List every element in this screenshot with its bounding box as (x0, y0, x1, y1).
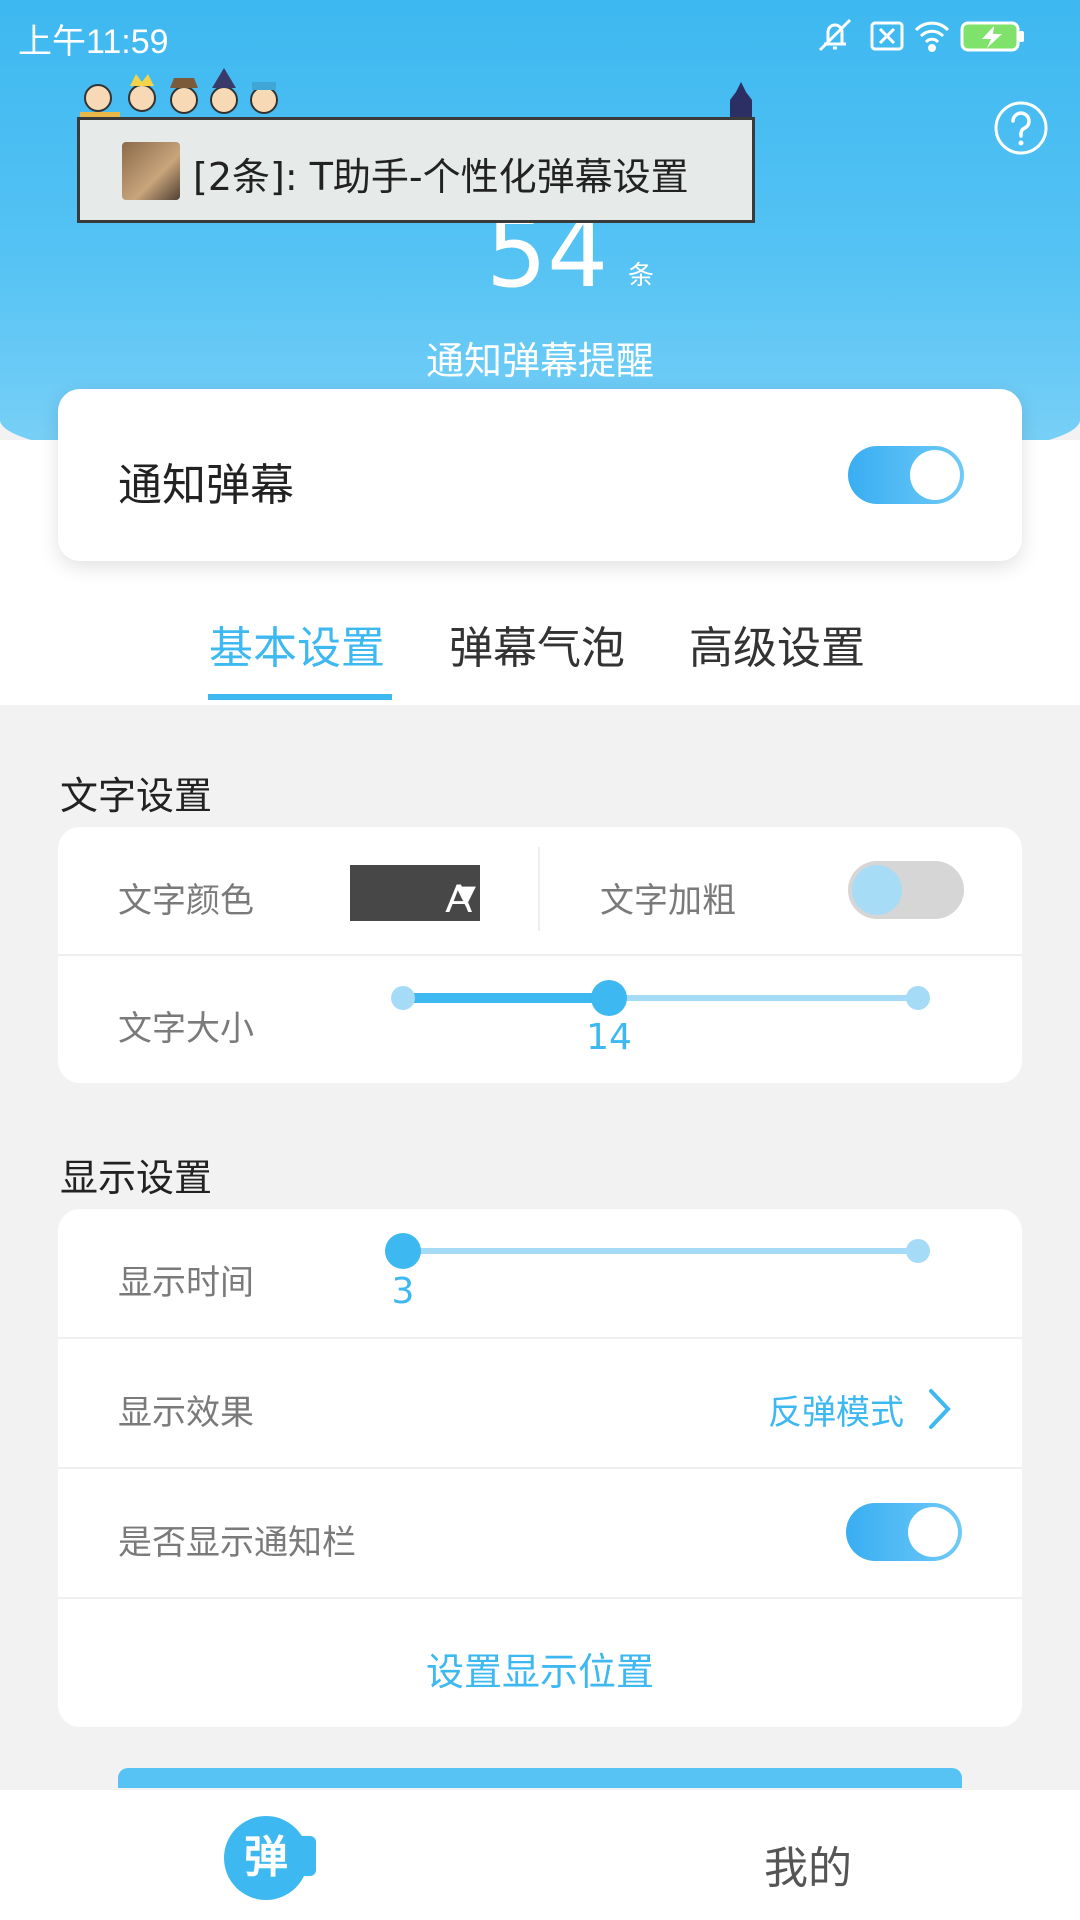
tab-advanced-settings[interactable]: 高级设置 (689, 612, 865, 676)
bottom-navigation: 弹 我的 (0, 1790, 1080, 1920)
toggle-knob (910, 450, 960, 500)
show-notification-bar-toggle[interactable] (846, 1503, 962, 1561)
display-settings-card: 显示时间 3 显示效果 反弹模式 是否显示通知栏 设置显示位置 (58, 1209, 1022, 1727)
display-effect-label: 显示效果 (118, 1393, 254, 1433)
battery-charging-icon (960, 21, 1024, 52)
text-size-value: 14 (586, 1017, 632, 1058)
display-settings-title: 显示设置 (60, 1156, 213, 1200)
mute-bell-icon (818, 18, 852, 52)
status-icons (818, 18, 1024, 52)
text-settings-card: 文字颜色 A ▾ 文字加粗 文字大小 14 (58, 827, 1022, 1083)
sim-x-icon (870, 21, 904, 51)
nav-home-danmaku[interactable]: 弹 (224, 1816, 308, 1900)
text-size-label: 文字大小 (118, 1009, 254, 1049)
slider-max-dot (906, 1239, 930, 1263)
set-display-position-button[interactable]: 设置显示位置 (58, 1641, 1022, 1696)
show-notification-bar-label: 是否显示通知栏 (118, 1523, 356, 1563)
status-bar: 上午11:59 (0, 0, 1080, 72)
active-tab-indicator (208, 694, 392, 700)
castle-decoration (730, 82, 752, 122)
header-subtitle: 通知弹幕提醒 (425, 339, 654, 383)
slider-max-dot (906, 986, 930, 1010)
settings-tabs: 基本设置 弹幕气泡 高级设置 (0, 600, 1080, 705)
slider-thumb[interactable] (591, 980, 627, 1016)
text-color-preview-glyph: A ▾ (445, 872, 476, 921)
wifi-icon (914, 21, 950, 52)
chevron-right-icon (929, 1389, 951, 1429)
text-color-label: 文字颜色 (118, 881, 254, 921)
toggle-knob (908, 1507, 958, 1557)
notification-danmaku-toggle[interactable] (848, 446, 964, 504)
text-color-picker[interactable]: A ▾ (350, 865, 480, 921)
row-divider (58, 1597, 1022, 1599)
display-time-label: 显示时间 (118, 1263, 254, 1303)
slider-thumb[interactable] (385, 1233, 421, 1269)
partial-button-strip (118, 1768, 962, 1788)
display-effect-value: 反弹模式 (768, 1393, 904, 1433)
notification-text: [2条]: T助手-个性化弹幕设置 (193, 155, 689, 199)
status-time: 上午11:59 (18, 23, 169, 61)
text-bold-toggle[interactable] (848, 861, 964, 919)
tab-danmaku-bubble[interactable]: 弹幕气泡 (449, 612, 625, 676)
slider-track (403, 1248, 918, 1254)
text-bold-label: 文字加粗 (600, 881, 736, 921)
toggle-knob (852, 865, 902, 915)
row-divider (58, 1337, 1022, 1339)
app-avatar (122, 142, 180, 200)
slider-min-dot (391, 986, 415, 1010)
row-divider (58, 1467, 1022, 1469)
row-divider (58, 954, 1022, 956)
text-settings-title: 文字设置 (60, 774, 213, 818)
notification-count-unit: 条 (628, 261, 655, 291)
nav-mine[interactable]: 我的 (764, 1832, 852, 1896)
display-time-value: 3 (391, 1271, 415, 1312)
slider-fill (403, 993, 609, 1003)
danmaku-notification-preview[interactable]: [2条]: T助手-个性化弹幕设置 (77, 117, 755, 223)
help-icon[interactable] (993, 100, 1049, 156)
vertical-divider (538, 847, 540, 931)
notification-danmaku-card: 通知弹幕 (58, 389, 1022, 561)
tab-basic-settings[interactable]: 基本设置 (209, 612, 385, 676)
notification-danmaku-label: 通知弹幕 (118, 460, 294, 511)
